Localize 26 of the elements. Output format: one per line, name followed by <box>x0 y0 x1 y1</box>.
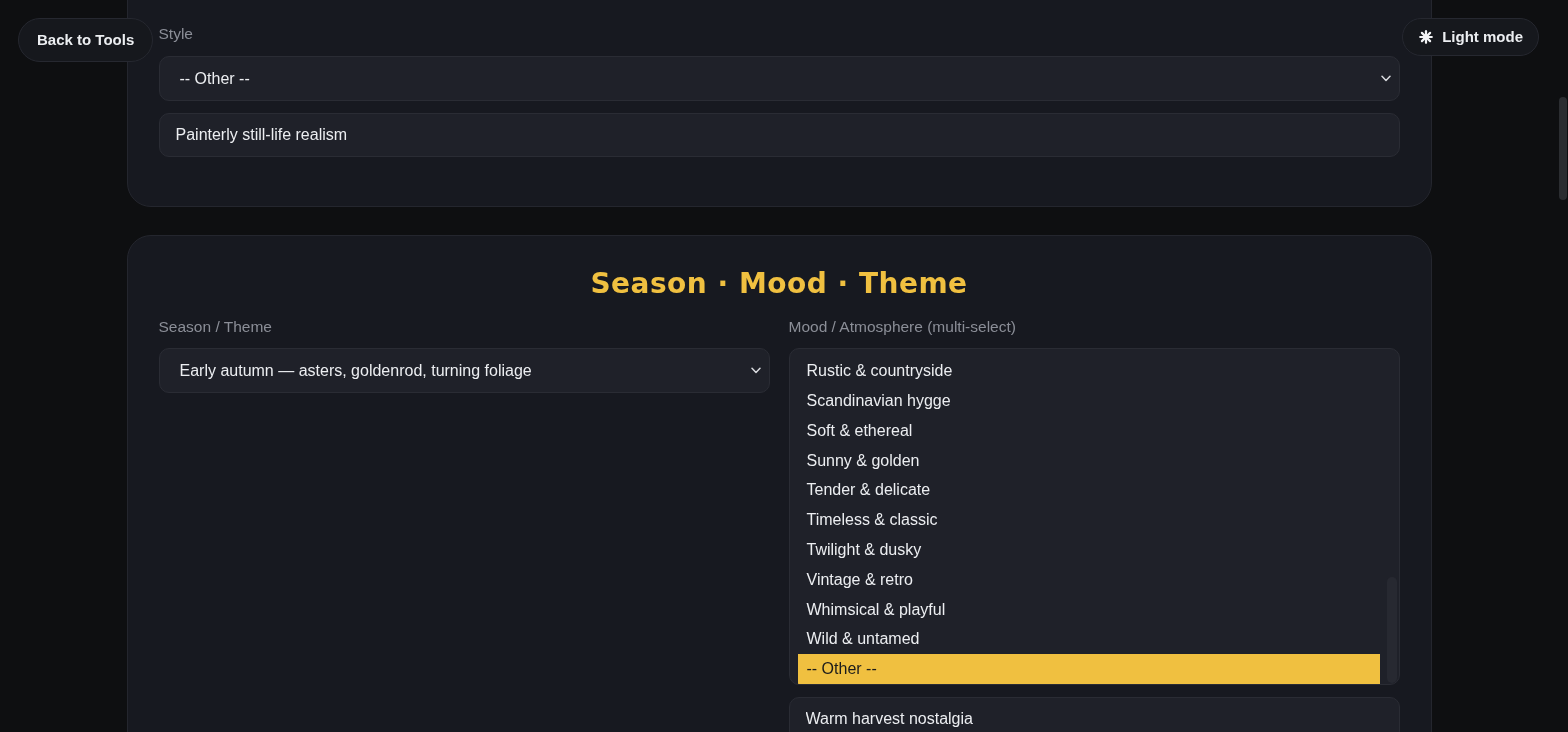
mood-option[interactable]: Whimsical & playful <box>797 594 1380 625</box>
mood-option[interactable]: Tender & delicate <box>797 475 1380 506</box>
mood-option[interactable]: Rustic & countryside <box>797 356 1380 387</box>
mood-option[interactable]: Wild & untamed <box>797 624 1380 655</box>
style-label: Style <box>158 24 194 44</box>
scrollbar-thumb[interactable] <box>1559 97 1567 200</box>
season-label: Season / Theme <box>158 317 273 337</box>
section-title: Season · Mood · Theme <box>589 266 969 302</box>
mood-option[interactable]: Timeless & classic <box>797 505 1380 535</box>
mood-option[interactable]: Vintage & retro <box>797 564 1380 595</box>
mood-option[interactable]: Soft & ethereal <box>797 415 1380 446</box>
custom-style-input[interactable]: Painterly still-life realism <box>158 113 1400 157</box>
mood-option[interactable]: Scandinavian hygge <box>797 386 1380 416</box>
mood-option[interactable]: Twilight & dusky <box>797 535 1380 565</box>
mood-option[interactable]: Sunny & golden <box>797 445 1380 476</box>
style-select[interactable]: -- Other -- <box>158 56 1400 101</box>
season-select[interactable]: Early autumn — asters, goldenrod, turning foliage <box>158 348 770 393</box>
mood-label: Mood / Atmosphere (multi-select) <box>788 317 1017 337</box>
sun-icon <box>1419 30 1434 44</box>
chevron-down-icon <box>1380 75 1391 82</box>
custom-mood-input[interactable]: Warm harvest nostalgia <box>788 697 1400 732</box>
back-button[interactable]: Back to Tools <box>18 18 154 62</box>
mood-listbox[interactable]: Rustic & countryside Scandinavian hygge Soft & ethereal Sunny & golden Tender & delicate Timeless & classic Twilight & dusky Vintage & retro Whimsical & playful Wild & untamed -- Other -- <box>788 348 1400 685</box>
theme-toggle-button[interactable]: Light mode <box>1402 18 1539 56</box>
chevron-down-icon <box>750 367 761 374</box>
mood-option[interactable]: -- Other -- <box>797 654 1380 684</box>
